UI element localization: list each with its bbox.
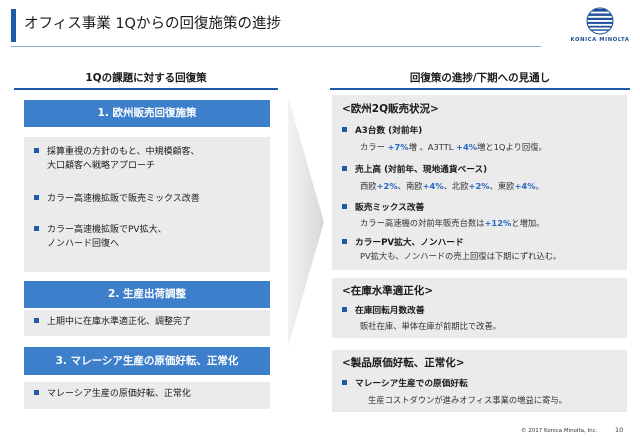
logo-wordmark: KONICA MINOLTA [570,37,630,43]
right-column-heading: 回復策の進捗/下期への見通し [409,72,551,84]
a3-units-label: A3台数 (対前年) [342,123,422,136]
section-3-panel: マレーシア生産の原価好転、正常化 [24,382,270,409]
sales-label: 売上高 (対前年、現地通貨ベース) [342,162,487,175]
square-bullet-icon [342,380,347,385]
square-bullet-icon [34,148,39,153]
copyright-text: © 2017 Konica Minolta, Inc. [521,428,598,434]
section-1-panel: 採算重視の方針のもと、中規模顧客、 大口顧客へ戦略アプローチ カラー高速機拡販で… [24,137,270,272]
europe-sales-title: <欧州2Q販売状況> [342,103,439,115]
europe-sales-panel: <欧州2Q販売状況> A3台数 (対前年) カラー +7%増 、A3TTL +4… [332,95,627,270]
section-3-title-bar: 3. マレーシア生産の原価好転、正常化 [24,347,270,375]
section-2-title-bar: 2. 生産出荷調整 [24,281,270,308]
title-accent-bar [11,9,16,42]
inventory-panel: <在庫水準適正化> 在庫回転月数改善 販社在庫、単体在庫が前期比で改善。 [332,278,627,338]
inventory-title: <在庫水準適正化> [342,285,434,297]
right-heading-rule [330,88,630,90]
bullet-item: 採算重視の方針のもと、中規模顧客、 大口顧客へ戦略アプローチ [34,146,199,173]
sales-detail: 西欧+2%、南欧+4%、北欧+2%、東欧+4%。 [360,181,544,191]
bullet-item: マレーシア生産の原価好転、正常化 [34,388,191,402]
color-pv-detail: PV拡大も、ノンハードの売上回復は下期にずれ込む。 [360,251,562,261]
square-bullet-icon [342,204,347,209]
square-bullet-icon [342,239,347,244]
color-pv-label: カラーPV拡大、ノンハード [342,235,464,248]
bullet-item: 上期中に在庫水準適正化、調整完了 [34,316,191,330]
bullet-item: カラー高速機拡販で販売ミックス改善 [34,193,200,207]
square-bullet-icon [34,195,39,200]
product-cost-panel: <製品原価好転、正常化> マレーシア生産での原価好転 生産コストダウンが進みオフ… [332,350,627,412]
page-number: 10 [615,426,624,434]
right-arrow-icon [288,97,324,347]
square-bullet-icon [34,390,39,395]
company-logo: KONICA MINOLTA [565,6,635,46]
section-1-title-bar: 1. 欧州販売回復施策 [24,100,270,127]
sales-mix-detail: カラー高速機の対前年販売台数は+12%と増加。 [360,218,545,228]
product-cost-title: <製品原価好転、正常化> [342,357,465,369]
inventory-turnover-label: 在庫回転月数改善 [342,303,425,316]
square-bullet-icon [34,226,39,231]
left-column-heading: 1Qの課題に対する回復策 [85,72,207,84]
square-bullet-icon [342,166,347,171]
a3-units-detail: カラー +7%増 、A3TTL +4%増と1Qより回復。 [360,142,547,152]
sales-mix-label: 販売ミックス改善 [342,200,424,213]
section-2-panel: 上期中に在庫水準適正化、調整完了 [24,310,270,336]
malaysia-cost-detail: 生産コストダウンが進みオフィス事業の増益に寄与。 [368,395,567,405]
square-bullet-icon [342,127,347,132]
left-heading-rule [14,88,278,90]
square-bullet-icon [34,318,39,323]
globe-logo-icon [586,7,614,35]
title-underline [11,46,541,47]
bullet-item: カラー高速機拡販でPV拡大、 ノンハード回復へ [34,224,167,251]
malaysia-cost-label: マレーシア生産での原価好転 [342,376,468,389]
square-bullet-icon [342,307,347,312]
inventory-detail: 販社在庫、単体在庫が前期比で改善。 [360,321,502,331]
page-title: オフィス事業 1Qからの回復施策の進捗 [24,16,281,32]
